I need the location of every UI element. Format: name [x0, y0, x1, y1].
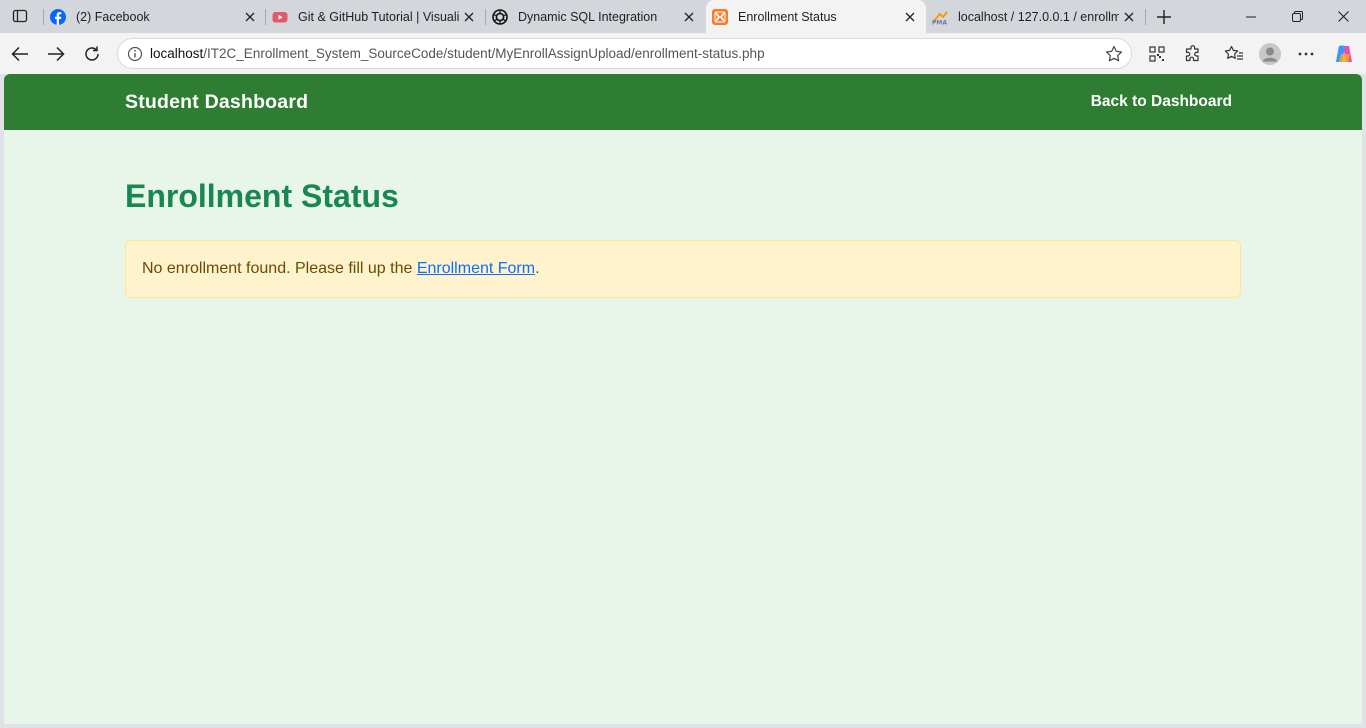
- tab-title: (2) Facebook: [76, 9, 150, 24]
- navbar-brand[interactable]: Student Dashboard: [125, 91, 308, 114]
- tab-separator: [1145, 9, 1146, 25]
- url-path: /IT2C_Enrollment_System_SourceCode/stude…: [203, 46, 765, 61]
- svg-text:PMA: PMA: [932, 19, 947, 25]
- tab-phpmyadmin[interactable]: PMA localhost / 127.0.0.1 / enrollment: [926, 0, 1145, 33]
- close-icon[interactable]: [240, 7, 260, 27]
- alert-message: No enrollment found. Please fill up the: [142, 260, 417, 277]
- close-icon[interactable]: [679, 7, 699, 27]
- favorite-star-icon[interactable]: [1103, 43, 1125, 65]
- tab-facebook[interactable]: (2) Facebook: [44, 0, 266, 33]
- profile-avatar[interactable]: [1256, 40, 1284, 68]
- url-host: localhost: [150, 46, 204, 61]
- close-window-icon[interactable]: [1320, 0, 1366, 33]
- tab-title: Git & GitHub Tutorial | Visualized Git C…: [298, 9, 459, 24]
- youtube-icon: [272, 9, 288, 25]
- back-to-dashboard-link[interactable]: Back to Dashboard: [1091, 93, 1232, 111]
- close-icon[interactable]: [459, 7, 479, 27]
- tab-chatgpt[interactable]: Dynamic SQL Integration: [486, 0, 705, 33]
- qr-code-icon[interactable]: [1143, 40, 1171, 68]
- address-bar[interactable]: localhost/IT2C_Enrollment_System_SourceC…: [117, 38, 1132, 69]
- copilot-icon[interactable]: [1330, 40, 1358, 68]
- tab-enrollment-status[interactable]: Enrollment Status: [706, 0, 926, 33]
- site-info-icon[interactable]: [124, 43, 146, 65]
- chatgpt-icon: [492, 8, 508, 25]
- more-options-icon[interactable]: [1292, 40, 1320, 68]
- refresh-icon[interactable]: [78, 40, 106, 68]
- page-title: Enrollment Status: [125, 178, 399, 214]
- enrollment-alert: No enrollment found. Please fill up the …: [125, 240, 1241, 298]
- browser-tab-strip: (2) Facebook Git & GitHub Tutorial | Vis…: [0, 0, 1366, 33]
- browser-toolbar: localhost/IT2C_Enrollment_System_SourceC…: [0, 33, 1366, 74]
- back-icon[interactable]: [6, 40, 34, 68]
- tab-title: Enrollment Status: [738, 9, 837, 24]
- enrollment-form-link[interactable]: Enrollment Form: [417, 260, 535, 277]
- minimize-icon[interactable]: [1228, 0, 1274, 33]
- phpmyadmin-icon: PMA: [932, 9, 948, 25]
- new-tab-icon[interactable]: [1152, 5, 1176, 29]
- close-icon[interactable]: [1119, 7, 1139, 27]
- address-url: localhost/IT2C_Enrollment_System_SourceC…: [150, 46, 765, 61]
- facebook-icon: [50, 8, 66, 25]
- alert-period: .: [535, 260, 540, 277]
- tab-title: localhost / 127.0.0.1 / enrollment: [958, 9, 1119, 24]
- forward-icon[interactable]: [42, 40, 70, 68]
- close-icon[interactable]: [900, 7, 920, 27]
- favorites-icon[interactable]: [1220, 40, 1248, 68]
- page-viewport: Student Dashboard Back to Dashboard Enro…: [4, 74, 1362, 724]
- xampp-icon: [712, 8, 728, 25]
- tab-youtube[interactable]: Git & GitHub Tutorial | Visualized Git C…: [266, 0, 485, 33]
- tab-actions-icon[interactable]: [6, 4, 34, 28]
- restore-icon[interactable]: [1274, 0, 1320, 33]
- extensions-icon[interactable]: [1179, 40, 1207, 68]
- tab-title: Dynamic SQL Integration: [518, 9, 658, 24]
- navbar: Student Dashboard Back to Dashboard: [4, 74, 1362, 130]
